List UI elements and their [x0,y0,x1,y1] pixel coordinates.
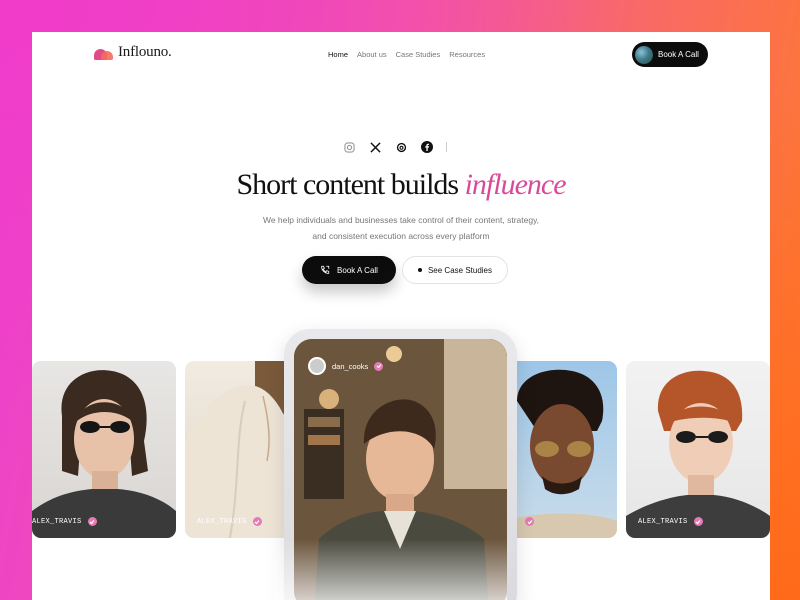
threads-icon[interactable] [394,140,408,154]
verified-icon [693,517,703,526]
creator-photo-2 [185,361,295,538]
social-links [342,140,447,154]
creator-card-5[interactable]: ALEX_TRAVIS [626,361,770,538]
brand-logo-icon [94,45,114,61]
top-nav: Inflouno. Home About us Case Studies Res… [32,32,770,80]
creator-card-1[interactable]: ALEX_TRAVIS [32,361,176,538]
featured-username: dan_cooks [332,361,369,371]
see-case-studies-button[interactable]: See Case Studies [402,256,508,284]
hero-subtitle-line-1: We help individuals and businesses take … [262,215,540,225]
creator-username-2: ALEX_TRAVIS [197,517,247,526]
nav-link-about[interactable]: About us [357,50,387,59]
instagram-icon[interactable] [342,140,356,154]
hero-title: Short content builds influence [32,168,770,202]
social-divider [446,142,447,152]
verified-icon [252,517,262,526]
creator-tag-1: ALEX_TRAVIS [32,517,97,526]
brand-name: Inflouno. [118,44,172,60]
book-call-nav-label: Book A Call [658,50,699,59]
browser-page: Inflouno. Home About us Case Studies Res… [32,32,770,600]
bullet-icon [417,268,422,272]
nav-link-case-studies[interactable]: Case Studies [396,50,441,59]
verified-icon [525,517,534,526]
hero-title-main: Short content builds [236,168,459,201]
x-icon[interactable] [368,140,382,154]
verified-icon [87,517,97,526]
book-call-nav-button[interactable]: Book A Call [632,42,708,67]
creator-username-5: ALEX_TRAVIS [638,517,688,526]
book-call-label: Book A Call [337,265,378,275]
creator-tag-5: ALEX_TRAVIS [638,517,703,526]
phone-icon [321,265,330,274]
featured-creator-tag: dan_cooks [308,357,384,375]
hero-title-accent: influence [464,168,567,201]
nav-link-resources[interactable]: Resources [449,50,485,59]
facebook-icon[interactable] [420,140,434,154]
featured-fade [274,539,507,600]
book-call-button[interactable]: Book A Call [302,256,396,284]
featured-avatar [308,357,326,375]
creator-card-4[interactable] [507,361,617,538]
creator-card-2[interactable]: ALEX_TRAVIS [185,361,295,538]
creator-photo-5 [626,370,770,538]
creator-tag-2: ALEX_TRAVIS [197,517,262,526]
creator-tag-4 [519,517,534,526]
hero-subtitle: We help individuals and businesses take … [241,212,561,244]
creator-photo-1 [32,370,176,538]
creator-photo-4 [507,369,617,538]
hero-subtitle-line-2: and consistent execution across every pl… [312,231,490,241]
globe-icon [635,45,653,64]
featured-creator-card[interactable]: dan_cooks [274,329,517,600]
see-case-studies-label: See Case Studies [427,265,493,275]
creator-username-1: ALEX_TRAVIS [32,517,82,526]
nav-link-home[interactable]: Home [328,50,348,59]
nav-links: Home About us Case Studies Resources [328,50,485,59]
brand[interactable]: Inflouno. [94,44,172,61]
verified-icon [374,361,384,371]
